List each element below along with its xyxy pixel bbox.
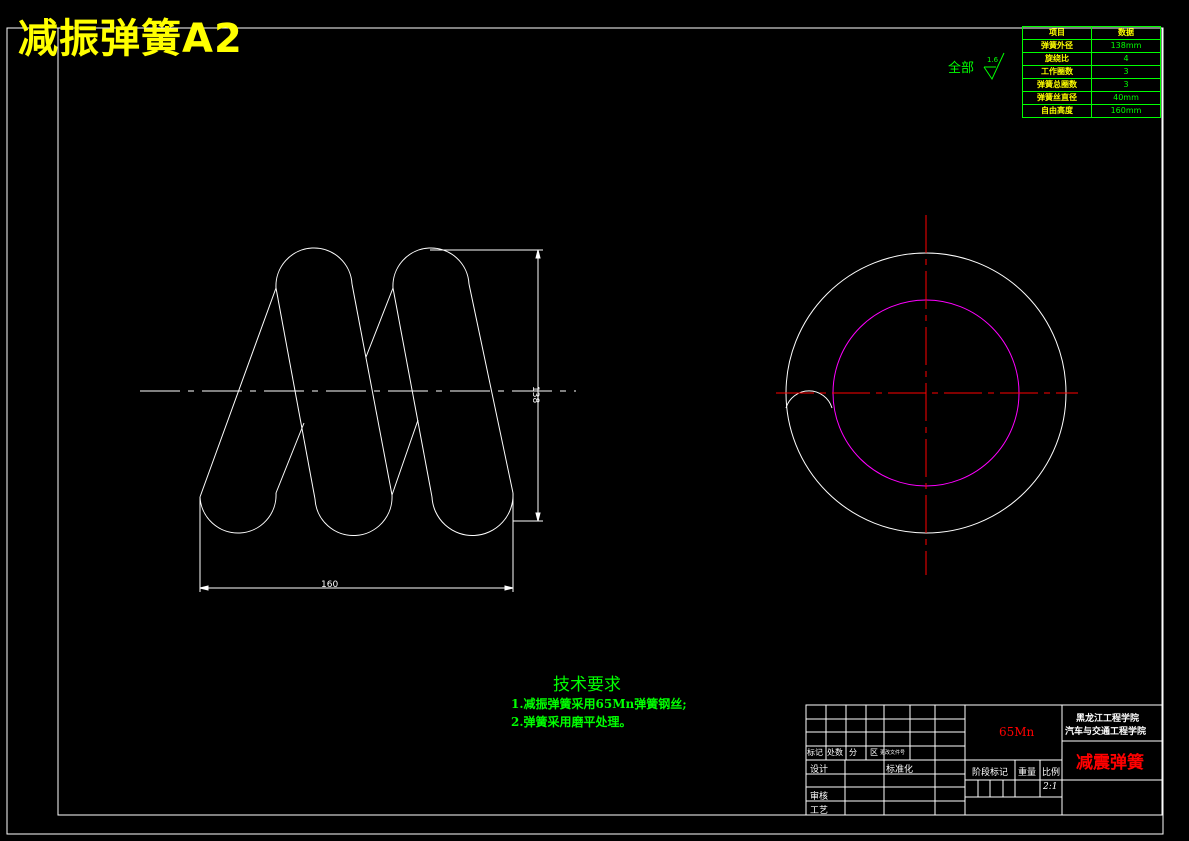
spring-end-view bbox=[776, 215, 1078, 575]
param-value: 160mm bbox=[1091, 104, 1161, 118]
school-name: 黑龙江工程学院 bbox=[1076, 714, 1140, 724]
stage-label: 阶段标记 bbox=[972, 768, 1009, 778]
table-row: 项目 数据 bbox=[1022, 26, 1161, 40]
coil-top-1 bbox=[275, 247, 353, 289]
param-value: 4 bbox=[1091, 52, 1161, 66]
spring-side-view bbox=[199, 247, 543, 592]
surface-finish-value: 1.6 bbox=[987, 56, 999, 64]
mark-label: 标记 bbox=[807, 748, 823, 757]
table-header-cell: 项目 bbox=[1022, 26, 1092, 40]
table-row: 弹簧外径 138mm bbox=[1022, 39, 1161, 53]
param-name: 自由高度 bbox=[1022, 104, 1092, 118]
change-doc-label: 更改文件号 bbox=[880, 750, 906, 756]
param-name: 弹簧外径 bbox=[1022, 39, 1092, 53]
param-name: 弹簧丝直径 bbox=[1022, 91, 1092, 105]
param-name: 弹簧总圈数 bbox=[1022, 78, 1092, 92]
param-value: 3 bbox=[1091, 65, 1161, 79]
drawing-title: 减振弹簧A2 bbox=[18, 16, 243, 62]
section-label: 分 bbox=[849, 748, 857, 757]
coil-top-2 bbox=[392, 247, 470, 289]
param-value: 40mm bbox=[1091, 91, 1161, 105]
tech-requirement-item: 1.减振弹簧采用65Mn弹簧钢丝; bbox=[511, 697, 687, 711]
table-header-cell: 数据 bbox=[1091, 26, 1161, 40]
param-name: 工作圈数 bbox=[1022, 65, 1092, 79]
table-row: 自由高度 160mm bbox=[1022, 104, 1161, 118]
spring-parameter-table: 项目 数据 弹簧外径 138mm 旋绕比 4 工作圈数 3 弹簧总圈数 3 弹簧… bbox=[1022, 26, 1161, 118]
material-label: 65Mn bbox=[999, 725, 1035, 739]
table-row: 工作圈数 3 bbox=[1022, 65, 1161, 79]
design-label: 设计 bbox=[810, 765, 829, 775]
zone-label: 区 bbox=[870, 748, 878, 757]
table-row: 弹簧丝直径 40mm bbox=[1022, 91, 1161, 105]
coil-bottom-2 bbox=[314, 494, 393, 536]
surface-finish-label: 全部 bbox=[948, 61, 975, 76]
standard-label: 标准化 bbox=[886, 765, 914, 775]
count-label: 处数 bbox=[827, 748, 843, 757]
param-value: 138mm bbox=[1091, 39, 1161, 53]
tech-requirement-item: 2.弹簧采用磨平处理。 bbox=[511, 715, 632, 729]
scale-label: 比例 bbox=[1042, 768, 1061, 778]
weight-label: 重量 bbox=[1018, 768, 1037, 778]
coil-bottom-1 bbox=[199, 492, 277, 534]
tech-requirements-title: 技术要求 bbox=[553, 675, 621, 695]
param-name: 旋绕比 bbox=[1022, 52, 1092, 66]
param-value: 3 bbox=[1091, 78, 1161, 92]
table-row: 弹簧总圈数 3 bbox=[1022, 78, 1161, 92]
table-row: 旋绕比 4 bbox=[1022, 52, 1161, 66]
scale-value: 2:1 bbox=[1043, 782, 1058, 792]
process-label: 工艺 bbox=[810, 806, 829, 816]
dim-length-label: 160 bbox=[321, 580, 338, 590]
coil-bottom-3 bbox=[431, 492, 514, 537]
dim-height-label: 138 bbox=[530, 386, 540, 403]
review-label: 审核 bbox=[810, 792, 829, 802]
part-name: 减震弹簧 bbox=[1076, 753, 1144, 773]
college-name: 汽车与交通工程学院 bbox=[1065, 727, 1147, 737]
